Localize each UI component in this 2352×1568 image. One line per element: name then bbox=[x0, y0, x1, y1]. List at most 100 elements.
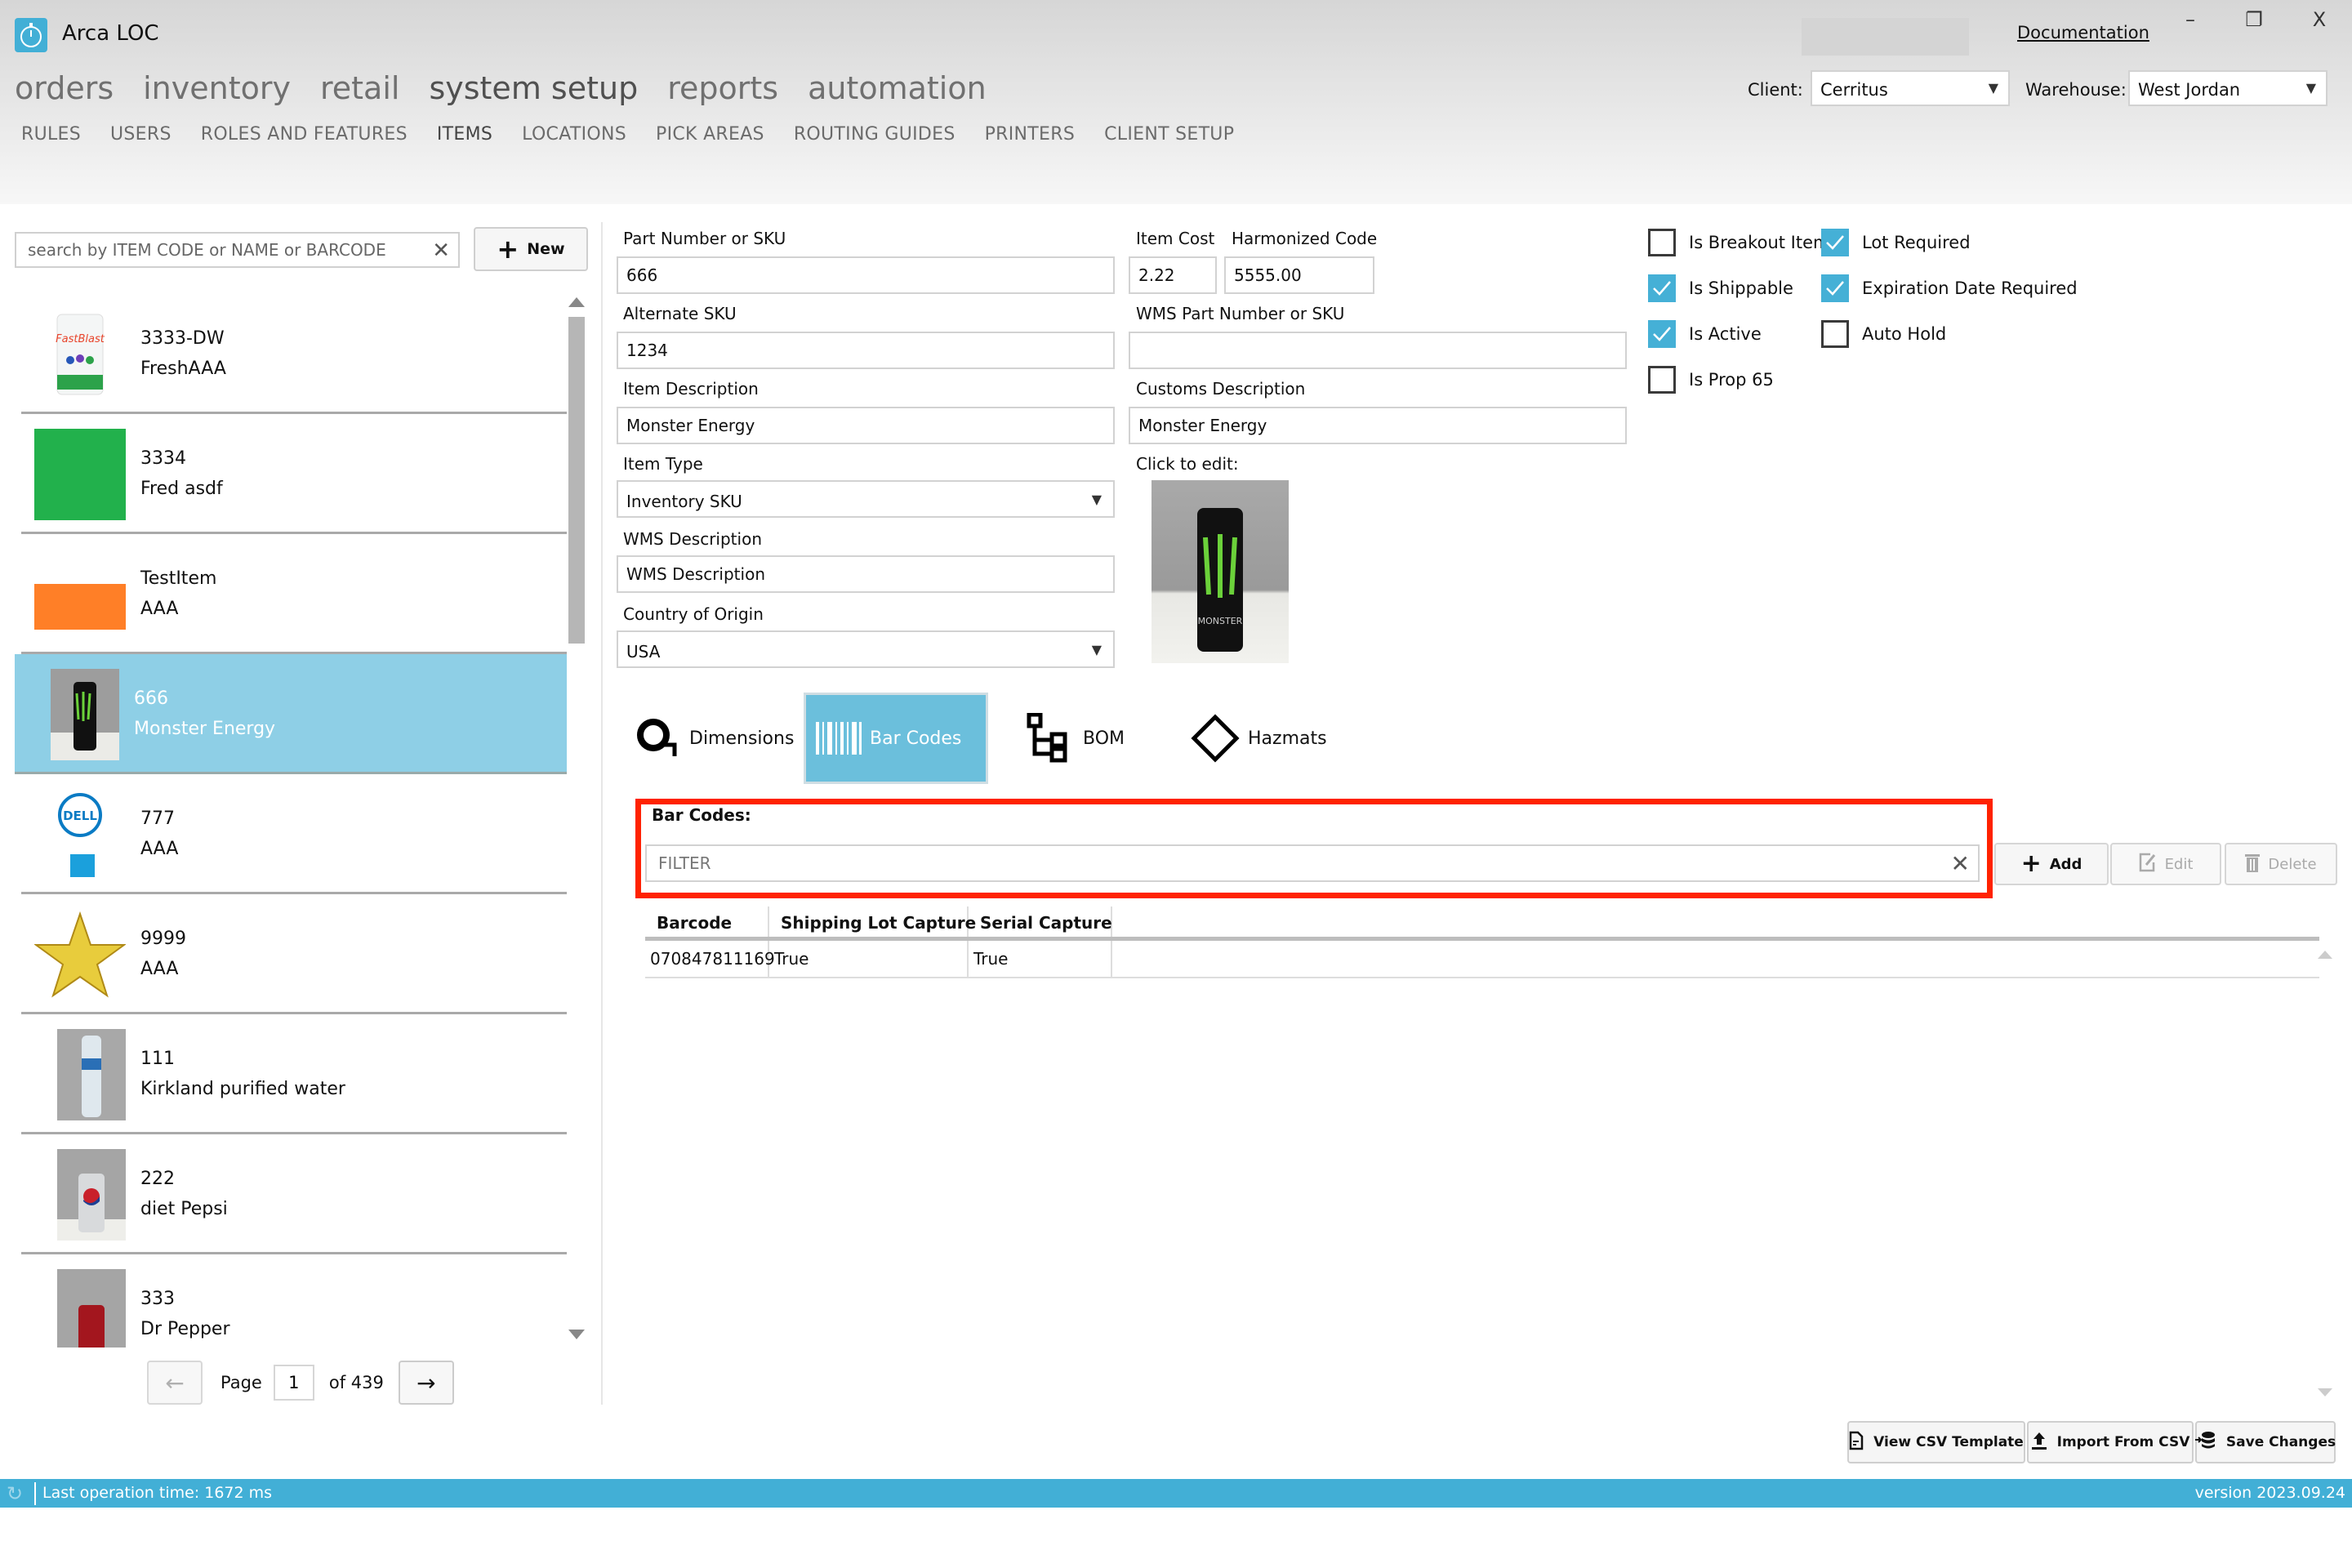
column-header-serial-capture[interactable]: Serial Capture bbox=[969, 906, 1112, 937]
item-search-input[interactable] bbox=[16, 234, 408, 266]
documentation-link[interactable]: Documentation bbox=[2017, 23, 2149, 42]
add-barcode-button[interactable]: + Add bbox=[1994, 843, 2109, 885]
harmonized-code-label: Harmonized Code bbox=[1232, 229, 1378, 248]
expiration-date-required-checkbox[interactable]: Expiration Date Required bbox=[1821, 274, 2078, 302]
tab-bar-codes[interactable]: Bar Codes bbox=[804, 693, 988, 784]
edit-pencil-icon bbox=[2139, 853, 2157, 876]
list-item[interactable]: TestItem AAA bbox=[21, 534, 567, 654]
list-item[interactable]: 111 Kirkland purified water bbox=[21, 1014, 567, 1134]
is-breakout-item-checkbox[interactable]: Is Breakout Item bbox=[1648, 229, 1829, 256]
main-nav-system-setup[interactable]: system setup bbox=[429, 70, 638, 106]
table-row[interactable]: 070847811169 True True bbox=[645, 941, 2319, 978]
sub-nav-printers[interactable]: PRINTERS bbox=[985, 124, 1076, 145]
barcode-icon bbox=[816, 722, 862, 755]
bom-tree-icon bbox=[1026, 713, 1075, 764]
clear-search-icon[interactable]: ✕ bbox=[432, 238, 450, 263]
maximize-button[interactable]: ❐ bbox=[2236, 8, 2272, 38]
svg-text:FastBlast: FastBlast bbox=[56, 333, 105, 345]
sub-nav-rules[interactable]: RULES bbox=[21, 124, 81, 145]
chevron-down-icon: ▼ bbox=[1091, 492, 1102, 507]
item-cost-input[interactable] bbox=[1129, 256, 1217, 294]
list-item[interactable]: 9999 AAA bbox=[21, 894, 567, 1014]
country-of-origin-select[interactable]: USA ▼ bbox=[617, 630, 1115, 668]
sub-nav-routing-guides[interactable]: ROUTING GUIDES bbox=[794, 124, 956, 145]
list-item[interactable]: 3334 Fred asdf bbox=[21, 414, 567, 534]
tab-hazmats[interactable]: Hazmats bbox=[1181, 693, 1337, 784]
import-from-csv-button[interactable]: Import From CSV bbox=[2027, 1421, 2194, 1463]
item-code: 777 bbox=[140, 808, 175, 829]
main-nav-orders[interactable]: orders bbox=[15, 70, 114, 106]
tab-dimensions[interactable]: Dimensions bbox=[626, 693, 804, 784]
is-shippable-checkbox[interactable]: Is Shippable bbox=[1648, 274, 1793, 302]
is-prop-65-checkbox[interactable]: Is Prop 65 bbox=[1648, 366, 1774, 394]
sub-nav-users[interactable]: USERS bbox=[110, 124, 172, 145]
lot-required-checkbox[interactable]: Lot Required bbox=[1821, 229, 1971, 256]
alternate-sku-input[interactable] bbox=[617, 332, 1115, 369]
shipping-lot-capture-cell: True bbox=[769, 941, 969, 977]
list-item[interactable]: DELL 777 AAA bbox=[21, 774, 567, 894]
database-save-icon bbox=[2194, 1431, 2216, 1454]
item-name: Monster Energy bbox=[134, 719, 276, 739]
column-header-shipping-lot-capture[interactable]: Shipping Lot Capture bbox=[769, 906, 976, 937]
sub-nav-roles-and-features[interactable]: ROLES AND FEATURES bbox=[201, 124, 408, 145]
barcode-filter-box: ✕ bbox=[645, 844, 1980, 882]
main-nav-inventory[interactable]: inventory bbox=[143, 70, 291, 106]
item-code: 3333-DW bbox=[140, 328, 225, 349]
refresh-icon[interactable]: ↻ bbox=[7, 1482, 23, 1505]
sub-nav-items[interactable]: ITEMS bbox=[437, 124, 492, 145]
checkmark-icon bbox=[1821, 274, 1849, 302]
main-nav-retail[interactable]: retail bbox=[320, 70, 399, 106]
next-page-button[interactable]: → bbox=[398, 1361, 454, 1405]
delete-barcode-button[interactable]: Delete bbox=[2225, 843, 2337, 885]
dimensions-icon bbox=[635, 717, 681, 760]
item-code: 333 bbox=[140, 1289, 175, 1309]
wms-part-input[interactable] bbox=[1129, 332, 1627, 369]
sub-nav-client-setup[interactable]: CLIENT SETUP bbox=[1104, 124, 1234, 145]
is-active-checkbox[interactable]: Is Active bbox=[1648, 320, 1762, 348]
list-item[interactable]: 333 Dr Pepper bbox=[21, 1254, 567, 1348]
table-scroll-up-icon[interactable] bbox=[2318, 951, 2332, 959]
sub-nav-pick-areas[interactable]: PICK AREAS bbox=[656, 124, 764, 145]
save-changes-button[interactable]: Save Changes bbox=[2194, 1421, 2336, 1463]
list-item[interactable]: FastBlast 3333-DW FreshAAA bbox=[21, 294, 567, 414]
item-type-select[interactable]: Inventory SKU ▼ bbox=[617, 480, 1115, 518]
client-select[interactable]: Cerritus ▼ bbox=[1811, 70, 2010, 106]
table-scroll-down-icon[interactable] bbox=[2318, 1388, 2332, 1396]
item-list-scrollbar[interactable] bbox=[568, 297, 585, 1346]
minimize-button[interactable]: – bbox=[2172, 8, 2208, 38]
water-bottle-thumbnail bbox=[46, 1029, 137, 1120]
page-number-input[interactable] bbox=[273, 1365, 314, 1401]
wms-description-input[interactable] bbox=[617, 555, 1115, 593]
barcode-cell: 070847811169 bbox=[645, 941, 775, 977]
edit-barcode-button[interactable]: Edit bbox=[2110, 843, 2221, 885]
view-csv-template-button[interactable]: View CSV Template bbox=[1847, 1421, 2025, 1463]
previous-page-button[interactable]: ← bbox=[147, 1361, 203, 1405]
warehouse-select[interactable]: West Jordan ▼ bbox=[2128, 70, 2328, 106]
new-item-button[interactable]: + New bbox=[474, 227, 588, 271]
item-description-input[interactable] bbox=[617, 407, 1115, 444]
scrollbar-thumb[interactable] bbox=[568, 317, 585, 644]
tab-bom[interactable]: BOM bbox=[1016, 693, 1134, 784]
main-nav-reports[interactable]: reports bbox=[667, 70, 778, 106]
table-header: Barcode Shipping Lot Capture Serial Capt… bbox=[645, 906, 2319, 941]
item-name: diet Pepsi bbox=[140, 1199, 228, 1219]
item-image[interactable]: MONSTER bbox=[1152, 480, 1289, 663]
barcode-filter-input[interactable] bbox=[647, 846, 1921, 880]
item-code: 222 bbox=[140, 1169, 175, 1189]
column-header-barcode[interactable]: Barcode bbox=[645, 906, 769, 937]
part-number-label: Part Number or SKU bbox=[623, 229, 786, 248]
harmonized-code-input[interactable] bbox=[1224, 256, 1374, 294]
part-number-input[interactable] bbox=[617, 256, 1115, 294]
sub-nav-locations[interactable]: LOCATIONS bbox=[522, 124, 626, 145]
scroll-up-icon[interactable] bbox=[568, 297, 585, 307]
auto-hold-checkbox[interactable]: Auto Hold bbox=[1821, 320, 1946, 348]
item-code: 111 bbox=[140, 1049, 175, 1069]
main-nav-automation[interactable]: automation bbox=[808, 70, 987, 106]
clear-filter-icon[interactable]: ✕ bbox=[1951, 850, 1970, 877]
customs-description-input[interactable] bbox=[1129, 407, 1627, 444]
close-button[interactable]: X bbox=[2301, 8, 2337, 38]
scroll-down-icon[interactable] bbox=[568, 1330, 585, 1339]
status-bar: ↻ Last operation time: 1672 ms version 2… bbox=[0, 1479, 2352, 1508]
list-item-selected[interactable]: 666 Monster Energy bbox=[15, 654, 567, 774]
list-item[interactable]: 222 diet Pepsi bbox=[21, 1134, 567, 1254]
